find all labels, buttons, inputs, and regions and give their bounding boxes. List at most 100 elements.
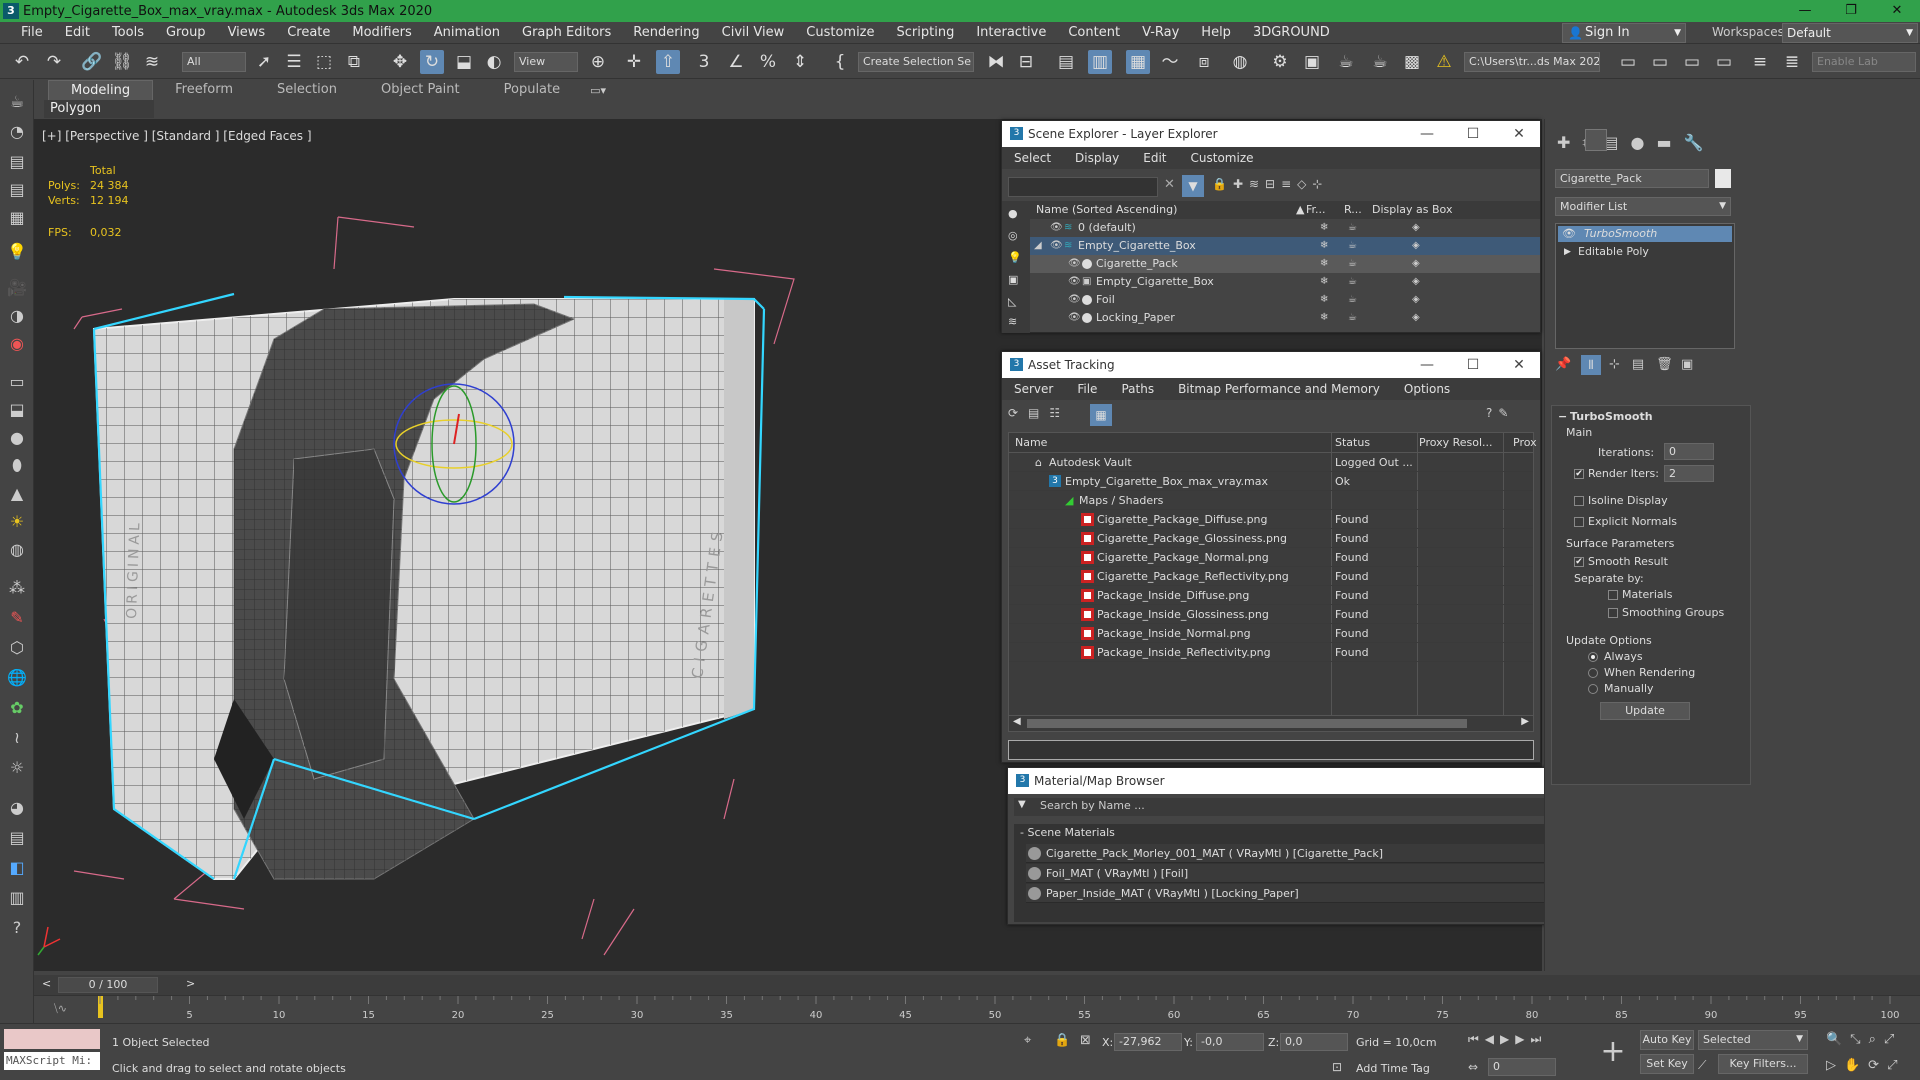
fur-icon[interactable]: ☼ <box>5 756 29 780</box>
window-crossing-icon[interactable]: ⧉ <box>342 50 366 74</box>
list-item[interactable]: ◢ 👁 ≋ Empty_Cigarette_Box ❄ ☕ ◈ <box>1030 237 1540 255</box>
warning-icon[interactable]: ⚠ <box>1432 50 1456 74</box>
chevron-down-icon[interactable]: ▼ <box>1018 799 1026 810</box>
table-row[interactable]: Cigarette_Package_Normal.png Found <box>1009 548 1533 567</box>
absolute-mode-icon[interactable]: ⊠ <box>1080 1033 1091 1048</box>
camera-icon[interactable]: 🎥 <box>5 276 29 300</box>
helper-icon[interactable]: ◑ <box>5 304 29 328</box>
freeze-icon[interactable]: ❄ <box>1320 273 1328 291</box>
at-menu-paths[interactable]: Paths <box>1109 382 1166 396</box>
command-panel-tabs[interactable]: ✚⌗▤●▬🔧 <box>1557 133 1716 153</box>
render-icon[interactable]: ☕ <box>1348 219 1357 237</box>
list-item[interactable]: 👁 ▣ Empty_Cigarette_Box ❄ ☕ ◈ <box>1030 273 1540 291</box>
box-display-icon[interactable]: ◈ <box>1412 291 1420 309</box>
menu-create[interactable]: Create <box>276 25 341 40</box>
help-icon[interactable]: ?✎ <box>1486 406 1514 420</box>
panel-icon[interactable]: ▤ <box>5 150 29 174</box>
smoothing-groups-checkbox[interactable] <box>1608 608 1618 618</box>
table-row[interactable]: Cigarette_Package_Glossiness.png Found <box>1009 529 1533 548</box>
freeze-icon[interactable]: ❄ <box>1320 255 1328 273</box>
menu-help[interactable]: Help <box>1190 25 1242 40</box>
menu-animation[interactable]: Animation <box>423 25 511 40</box>
list-item[interactable]: 👁 Locking_Paper ❄ ☕ ◈ <box>1030 309 1540 327</box>
when-rendering-radio[interactable] <box>1588 668 1598 678</box>
material-editor-icon[interactable]: ◍ <box>1228 50 1252 74</box>
freeze-icon[interactable]: ❄ <box>1320 219 1328 237</box>
select-object-icon[interactable]: ➚ <box>252 50 276 74</box>
hair-icon[interactable]: ≀ <box>5 726 29 750</box>
layer-tool-icons[interactable]: 🔒✚≋⊟≡◇⊹ <box>1212 177 1328 191</box>
update-button[interactable]: Update <box>1600 702 1690 720</box>
redo-icon[interactable]: ↷ <box>42 50 66 74</box>
help-icon[interactable]: ? <box>5 916 29 940</box>
key-mode-dropdown[interactable]: Selected ▼ <box>1698 1030 1808 1050</box>
tab-freeform[interactable]: Freeform <box>153 80 255 100</box>
at-menu-file[interactable]: File <box>1065 382 1109 396</box>
table-row[interactable]: Package_Inside_Diffuse.png Found <box>1009 586 1533 605</box>
utilities-icon[interactable]: ▥ <box>5 886 29 910</box>
render-icon[interactable]: ☕ <box>1348 291 1357 309</box>
render-icon[interactable]: ☕ <box>1348 309 1357 327</box>
at-menu-server[interactable]: Server <box>1002 382 1065 396</box>
box-display-icon[interactable]: ◈ <box>1412 255 1420 273</box>
scene-materials-group[interactable]: - Scene Materials <box>1020 826 1115 839</box>
col-display-as-box[interactable]: Display as Box <box>1372 201 1452 219</box>
expand-icon[interactable]: ▶ <box>1564 244 1571 260</box>
light-icon[interactable]: 💡 <box>5 240 29 264</box>
geosphere-icon[interactable]: ◍ <box>5 538 29 562</box>
show-end-result-icon[interactable]: ⫴ <box>1581 355 1601 375</box>
scroll-thumb[interactable] <box>1027 719 1467 728</box>
particles-icon[interactable]: ⁂ <box>5 576 29 600</box>
table-row[interactable]: 3 Empty_Cigarette_Box_max_vray.max Ok <box>1009 472 1533 491</box>
prev-frame-icon[interactable]: < <box>42 977 51 990</box>
stack-item-turbosmooth[interactable]: 👁 TurboSmooth <box>1558 226 1732 242</box>
maxscript-mini-input[interactable]: MAXScript Mi: <box>4 1052 100 1070</box>
select-manipulate-icon[interactable]: ✛ <box>622 50 646 74</box>
paint-icon[interactable]: ✎ <box>5 606 29 630</box>
plant-icon[interactable]: ✿ <box>5 696 29 720</box>
maximize-button[interactable]: ❐ <box>1828 0 1874 22</box>
filter-icon[interactable]: ▼ <box>1182 175 1204 197</box>
close-button[interactable]: ✕ <box>1874 0 1920 22</box>
box-display-icon[interactable]: ◈ <box>1412 273 1420 291</box>
angle-snap-icon[interactable]: ∠ <box>724 50 748 74</box>
list-item[interactable]: 👁 Cigarette_Pack ❄ ☕ ◈ <box>1030 255 1540 273</box>
render-iters-spinner[interactable]: 2 <box>1664 465 1714 482</box>
time-slider[interactable]: < 0 / 100 > <box>34 975 1920 995</box>
key-mode-icon[interactable]: ⇔ <box>1468 1060 1478 1074</box>
panel-icon-2[interactable]: ▤ <box>5 178 29 202</box>
scene-explorer-titlebar[interactable]: 3 Scene Explorer - Layer Explorer — ☐ ✕ <box>1002 121 1540 147</box>
maximize-button[interactable]: ☐ <box>1450 352 1496 378</box>
table-row[interactable]: Package_Inside_Reflectivity.png Found <box>1009 643 1533 662</box>
filter-helpers-icon[interactable]: ◺ <box>1008 295 1016 308</box>
material-search-input[interactable]: Search by Name ... <box>1040 799 1145 812</box>
project-tools-icon[interactable]: ▭ <box>1648 50 1672 74</box>
move-icon[interactable]: ✥ <box>388 50 412 74</box>
sphere-icon[interactable]: ● <box>5 426 29 450</box>
iterations-spinner[interactable]: 0 <box>1664 443 1714 460</box>
render-iters-checkbox[interactable]: ✔ <box>1574 469 1584 479</box>
filter-spacewarps-icon[interactable]: ≋ <box>1008 315 1017 328</box>
menu-views[interactable]: Views <box>217 25 277 40</box>
eye-icon[interactable]: 👁 <box>1068 291 1081 309</box>
configure-sets-icon[interactable]: ▣ <box>1681 357 1693 372</box>
auto-key-button[interactable]: Auto Key <box>1640 1030 1694 1050</box>
render-production-icon[interactable]: ☕ <box>1334 50 1358 74</box>
filter-cameras-icon[interactable]: ▣ <box>1008 273 1018 286</box>
key-filter-icon[interactable]: ⟋ <box>1698 1058 1706 1073</box>
table-row[interactable]: Package_Inside_Glossiness.png Found <box>1009 605 1533 624</box>
keyboard-shortcut-override-icon[interactable]: ⇧ <box>656 50 680 74</box>
ribbon-toggle-icon[interactable]: ▦ <box>1126 50 1150 74</box>
collapse-icon[interactable]: ◢ <box>1034 237 1042 255</box>
filter-lights-icon[interactable]: 💡 <box>1008 251 1022 264</box>
stack-icon[interactable]: ≣ <box>1780 50 1804 74</box>
at-toolbar-icons[interactable]: ⟳▤☷ <box>1008 406 1070 420</box>
minimize-button[interactable]: — <box>1782 0 1828 22</box>
render-icon[interactable]: ☕ <box>1348 255 1357 273</box>
menu-interactive[interactable]: Interactive <box>965 25 1057 40</box>
grid-view-icon[interactable]: ▦ <box>1090 404 1112 426</box>
menu-rendering[interactable]: Rendering <box>622 25 710 40</box>
cone-icon[interactable]: ▲ <box>5 482 29 506</box>
col-name[interactable]: Name <box>1015 433 1047 453</box>
filter-geometry-icon[interactable]: ● <box>1008 207 1018 220</box>
